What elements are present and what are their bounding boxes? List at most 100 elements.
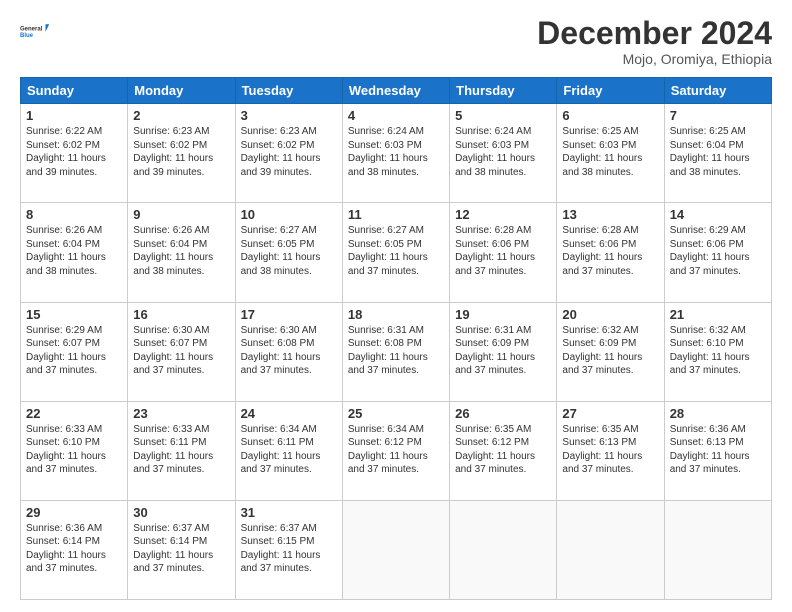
day-info: Sunrise: 6:23 AMSunset: 6:02 PMDaylight:… xyxy=(241,125,337,179)
day-header: Sunday xyxy=(21,78,128,104)
calendar-cell: 15 Sunrise: 6:29 AMSunset: 6:07 PMDayligh… xyxy=(21,302,128,401)
calendar-cell: 3 Sunrise: 6:23 AMSunset: 6:02 PMDaylight… xyxy=(235,104,342,203)
day-info: Sunrise: 6:29 AMSunset: 6:07 PMDaylight:… xyxy=(26,324,122,378)
day-number: 26 xyxy=(455,406,551,421)
day-info: Sunrise: 6:26 AMSunset: 6:04 PMDaylight:… xyxy=(26,224,122,278)
calendar-cell: 11 Sunrise: 6:27 AMSunset: 6:05 PMDayligh… xyxy=(342,203,449,302)
day-header: Saturday xyxy=(664,78,771,104)
day-number: 18 xyxy=(348,307,444,322)
calendar-cell xyxy=(557,500,664,599)
calendar-table: SundayMondayTuesdayWednesdayThursdayFrid… xyxy=(20,77,772,600)
header: GeneralBlue December 2024 Mojo, Oromiya,… xyxy=(20,16,772,67)
calendar-cell: 17 Sunrise: 6:30 AMSunset: 6:08 PMDayligh… xyxy=(235,302,342,401)
day-number: 15 xyxy=(26,307,122,322)
day-info: Sunrise: 6:30 AMSunset: 6:08 PMDaylight:… xyxy=(241,324,337,378)
day-info: Sunrise: 6:25 AMSunset: 6:04 PMDaylight:… xyxy=(670,125,766,179)
calendar-cell: 6Sunrise: 6:25 AMSunset: 6:03 PMDaylight… xyxy=(557,104,664,203)
day-info: Sunrise: 6:31 AMSunset: 6:09 PMDaylight:… xyxy=(455,324,551,378)
calendar-cell: 29Sunrise: 6:36 AMSunset: 6:14 PMDayligh… xyxy=(21,500,128,599)
day-number: 16 xyxy=(133,307,229,322)
day-number: 7 xyxy=(670,108,766,123)
calendar-cell: 28 Sunrise: 6:36 AMSunset: 6:13 PMDayligh… xyxy=(664,401,771,500)
logo: GeneralBlue xyxy=(20,16,50,46)
day-info: Sunrise: 6:24 AMSunset: 6:03 PMDaylight:… xyxy=(455,125,551,179)
calendar-week-row: 8 Sunrise: 6:26 AMSunset: 6:04 PMDaylight… xyxy=(21,203,772,302)
page: GeneralBlue December 2024 Mojo, Oromiya,… xyxy=(0,0,792,612)
calendar-week-row: 1 Sunrise: 6:22 AMSunset: 6:02 PMDaylight… xyxy=(21,104,772,203)
calendar-cell: 20Sunrise: 6:32 AMSunset: 6:09 PMDayligh… xyxy=(557,302,664,401)
day-info: Sunrise: 6:34 AMSunset: 6:11 PMDaylight:… xyxy=(241,423,337,477)
day-number: 10 xyxy=(241,207,337,222)
calendar-cell: 27 Sunrise: 6:35 AMSunset: 6:13 PMDayligh… xyxy=(557,401,664,500)
day-info: Sunrise: 6:29 AMSunset: 6:06 PMDaylight:… xyxy=(670,224,766,278)
day-info: Sunrise: 6:30 AMSunset: 6:07 PMDaylight:… xyxy=(133,324,229,378)
day-info: Sunrise: 6:27 AMSunset: 6:05 PMDaylight:… xyxy=(348,224,444,278)
day-number: 14 xyxy=(670,207,766,222)
day-number: 20 xyxy=(562,307,658,322)
calendar-week-row: 22Sunrise: 6:33 AMSunset: 6:10 PMDayligh… xyxy=(21,401,772,500)
day-number: 31 xyxy=(241,505,337,520)
calendar-cell: 18Sunrise: 6:31 AMSunset: 6:08 PMDayligh… xyxy=(342,302,449,401)
calendar-cell: 16 Sunrise: 6:30 AMSunset: 6:07 PMDayligh… xyxy=(128,302,235,401)
day-number: 12 xyxy=(455,207,551,222)
day-number: 8 xyxy=(26,207,122,222)
day-info: Sunrise: 6:26 AMSunset: 6:04 PMDaylight:… xyxy=(133,224,229,278)
day-number: 1 xyxy=(26,108,122,123)
day-info: Sunrise: 6:37 AMSunset: 6:15 PMDaylight:… xyxy=(241,522,337,576)
day-number: 25 xyxy=(348,406,444,421)
logo-icon: GeneralBlue xyxy=(20,16,50,46)
calendar-body: 1 Sunrise: 6:22 AMSunset: 6:02 PMDaylight… xyxy=(21,104,772,600)
calendar-cell: 31 Sunrise: 6:37 AMSunset: 6:15 PMDayligh… xyxy=(235,500,342,599)
day-number: 21 xyxy=(670,307,766,322)
calendar-cell: 7 Sunrise: 6:25 AMSunset: 6:04 PMDaylight… xyxy=(664,104,771,203)
day-number: 11 xyxy=(348,207,444,222)
calendar-cell: 30 Sunrise: 6:37 AMSunset: 6:14 PMDayligh… xyxy=(128,500,235,599)
day-info: Sunrise: 6:37 AMSunset: 6:14 PMDaylight:… xyxy=(133,522,229,576)
calendar-cell: 4 Sunrise: 6:24 AMSunset: 6:03 PMDaylight… xyxy=(342,104,449,203)
day-number: 3 xyxy=(241,108,337,123)
calendar-week-row: 15 Sunrise: 6:29 AMSunset: 6:07 PMDayligh… xyxy=(21,302,772,401)
day-header: Friday xyxy=(557,78,664,104)
day-number: 24 xyxy=(241,406,337,421)
day-info: Sunrise: 6:33 AMSunset: 6:10 PMDaylight:… xyxy=(26,423,122,477)
day-info: Sunrise: 6:22 AMSunset: 6:02 PMDaylight:… xyxy=(26,125,122,179)
day-header: Monday xyxy=(128,78,235,104)
calendar-cell xyxy=(664,500,771,599)
day-header: Thursday xyxy=(450,78,557,104)
day-info: Sunrise: 6:36 AMSunset: 6:14 PMDaylight:… xyxy=(26,522,122,576)
calendar-cell xyxy=(342,500,449,599)
day-number: 4 xyxy=(348,108,444,123)
day-info: Sunrise: 6:32 AMSunset: 6:10 PMDaylight:… xyxy=(670,324,766,378)
day-number: 30 xyxy=(133,505,229,520)
calendar-cell: 26 Sunrise: 6:35 AMSunset: 6:12 PMDayligh… xyxy=(450,401,557,500)
day-info: Sunrise: 6:24 AMSunset: 6:03 PMDaylight:… xyxy=(348,125,444,179)
day-info: Sunrise: 6:35 AMSunset: 6:13 PMDaylight:… xyxy=(562,423,658,477)
day-info: Sunrise: 6:23 AMSunset: 6:02 PMDaylight:… xyxy=(133,125,229,179)
day-number: 5 xyxy=(455,108,551,123)
svg-text:General: General xyxy=(20,26,43,32)
calendar-cell xyxy=(450,500,557,599)
calendar-cell: 8 Sunrise: 6:26 AMSunset: 6:04 PMDaylight… xyxy=(21,203,128,302)
calendar-cell: 2 Sunrise: 6:23 AMSunset: 6:02 PMDaylight… xyxy=(128,104,235,203)
day-info: Sunrise: 6:28 AMSunset: 6:06 PMDaylight:… xyxy=(562,224,658,278)
day-info: Sunrise: 6:33 AMSunset: 6:11 PMDaylight:… xyxy=(133,423,229,477)
day-info: Sunrise: 6:35 AMSunset: 6:12 PMDaylight:… xyxy=(455,423,551,477)
calendar-cell: 5 Sunrise: 6:24 AMSunset: 6:03 PMDaylight… xyxy=(450,104,557,203)
day-number: 2 xyxy=(133,108,229,123)
day-info: Sunrise: 6:27 AMSunset: 6:05 PMDaylight:… xyxy=(241,224,337,278)
day-number: 17 xyxy=(241,307,337,322)
day-info: Sunrise: 6:28 AMSunset: 6:06 PMDaylight:… xyxy=(455,224,551,278)
subtitle: Mojo, Oromiya, Ethiopia xyxy=(537,51,772,67)
main-title: December 2024 xyxy=(537,16,772,51)
day-number: 28 xyxy=(670,406,766,421)
calendar-cell: 25Sunrise: 6:34 AMSunset: 6:12 PMDayligh… xyxy=(342,401,449,500)
day-info: Sunrise: 6:36 AMSunset: 6:13 PMDaylight:… xyxy=(670,423,766,477)
calendar-cell: 9 Sunrise: 6:26 AMSunset: 6:04 PMDaylight… xyxy=(128,203,235,302)
day-number: 9 xyxy=(133,207,229,222)
calendar-header-row: SundayMondayTuesdayWednesdayThursdayFrid… xyxy=(21,78,772,104)
day-number: 27 xyxy=(562,406,658,421)
title-block: December 2024 Mojo, Oromiya, Ethiopia xyxy=(537,16,772,67)
calendar-cell: 13Sunrise: 6:28 AMSunset: 6:06 PMDayligh… xyxy=(557,203,664,302)
calendar-cell: 24 Sunrise: 6:34 AMSunset: 6:11 PMDayligh… xyxy=(235,401,342,500)
day-number: 6 xyxy=(562,108,658,123)
